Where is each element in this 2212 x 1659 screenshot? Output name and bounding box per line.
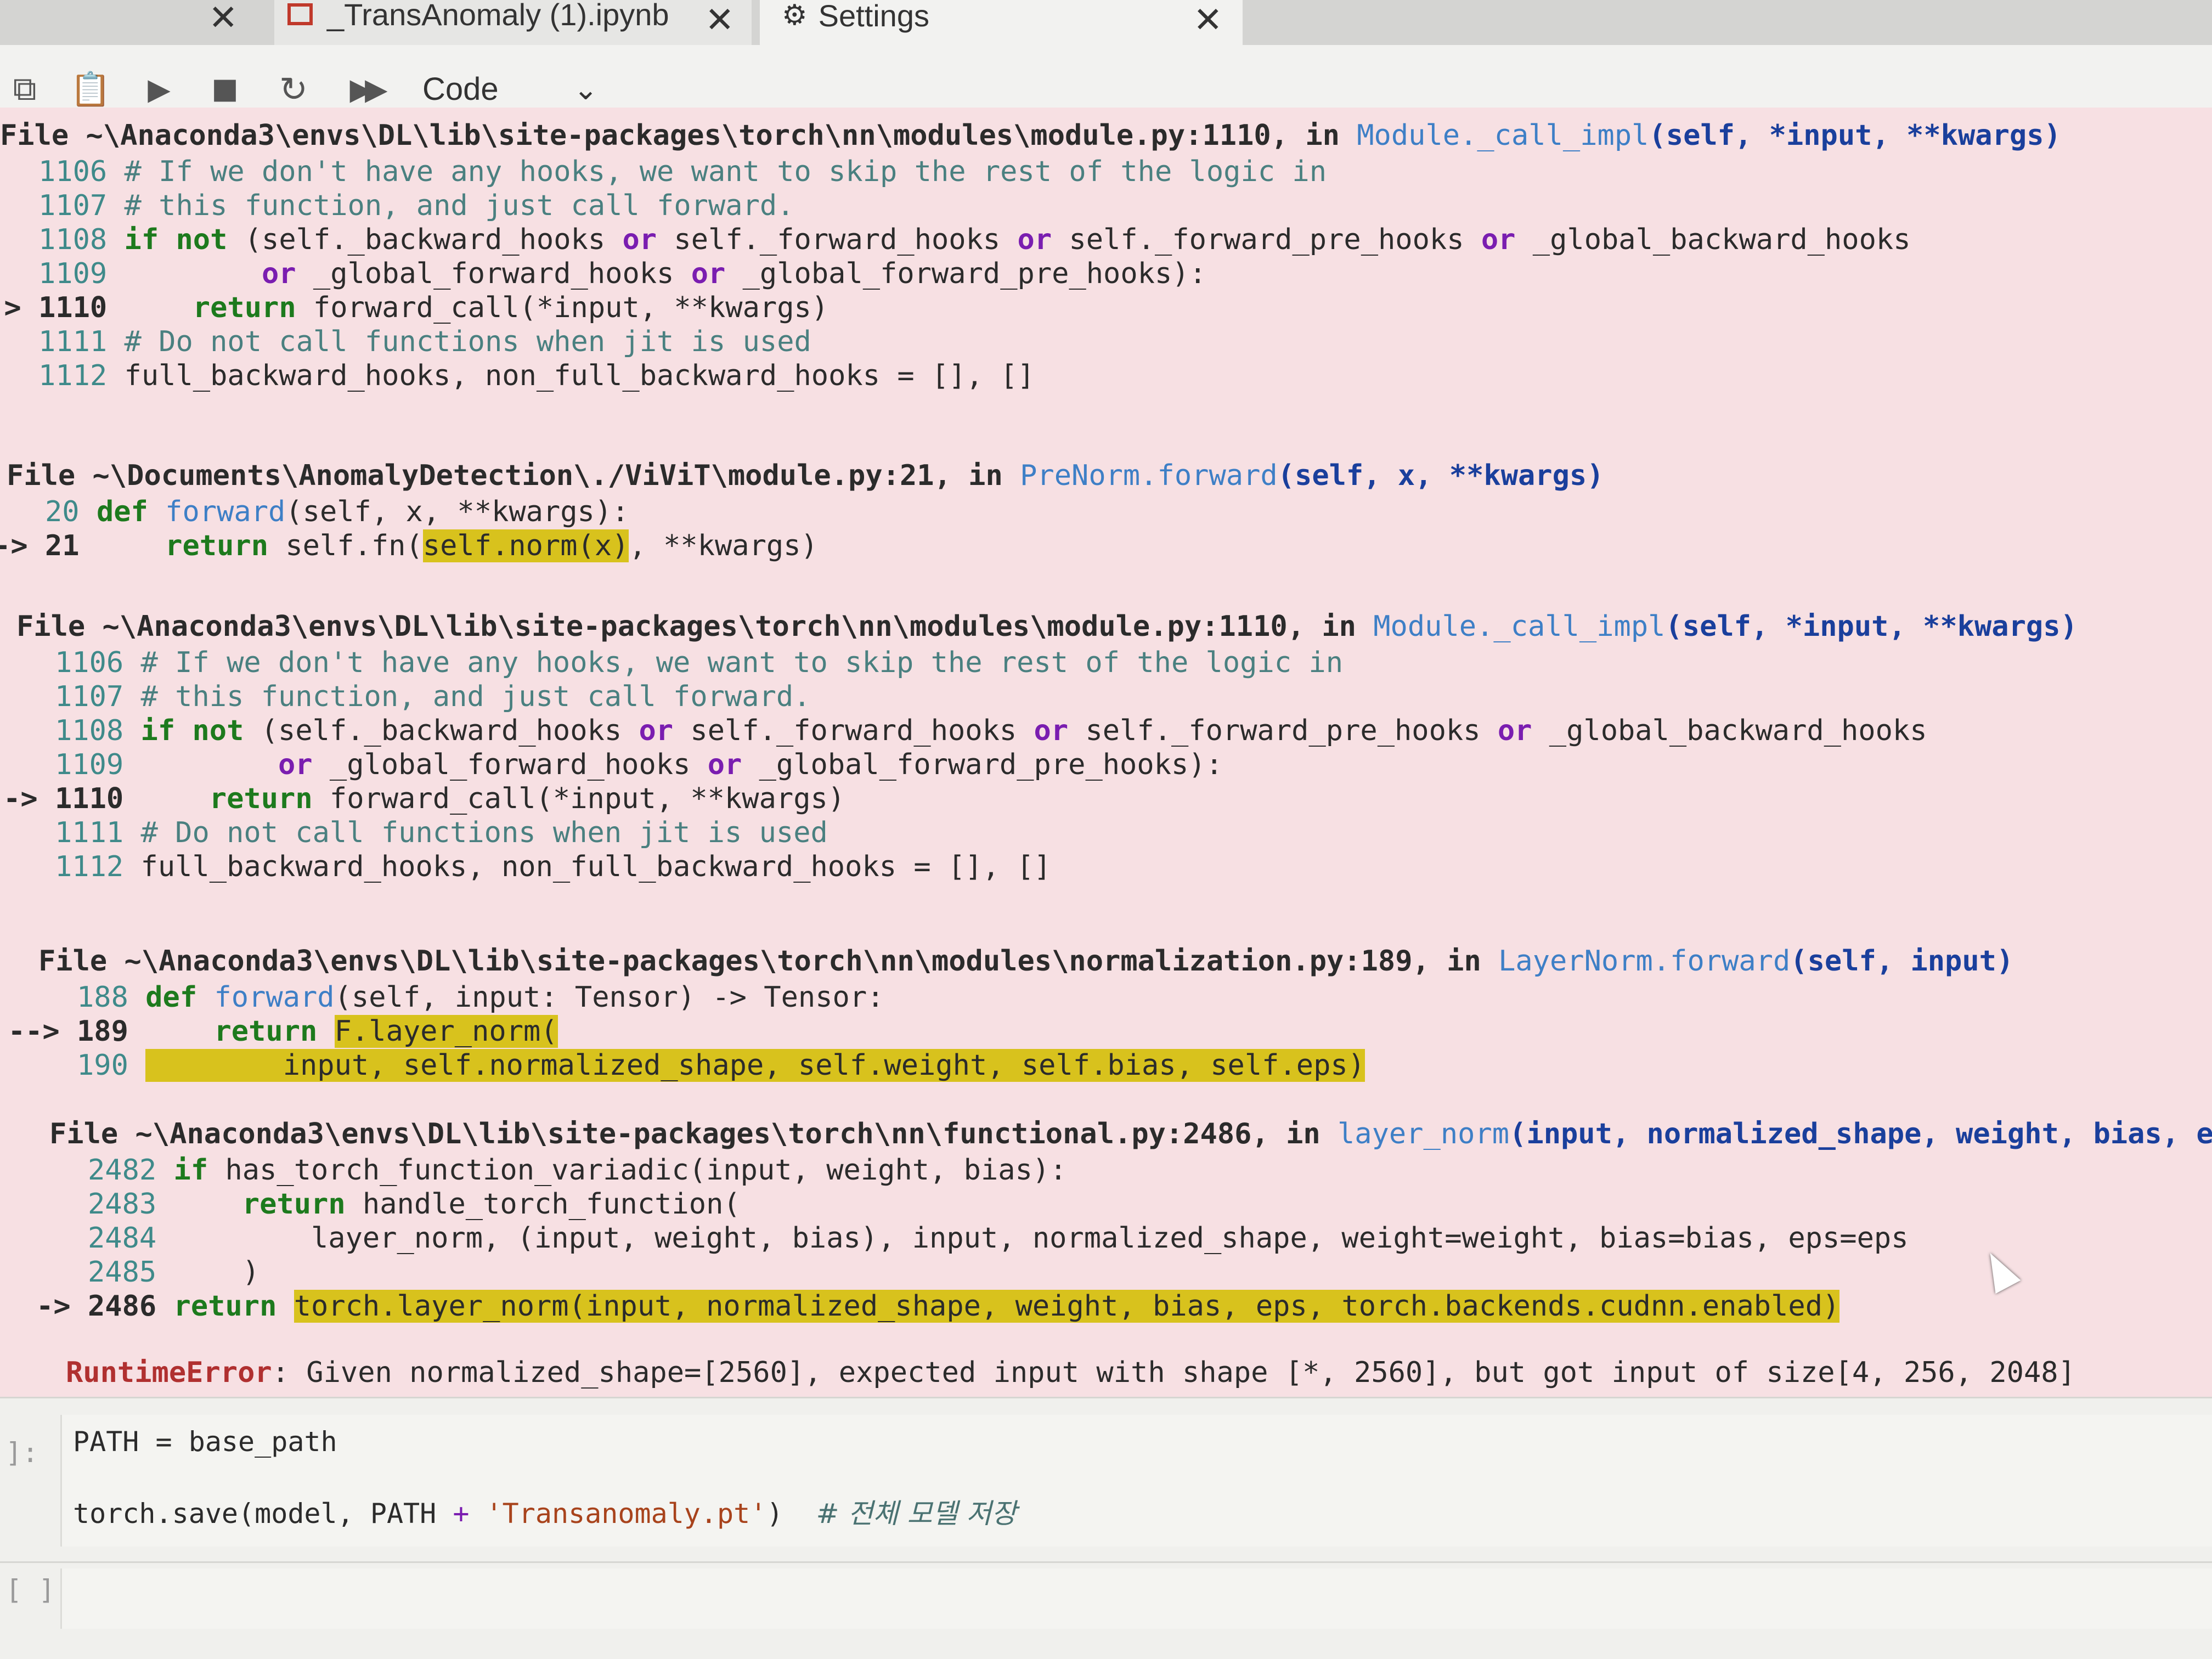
error-type: RuntimeError [66,1356,272,1389]
traceback-file-header: File ~\Anaconda3\envs\DL\lib\site-packag… [0,119,2061,152]
close-icon[interactable]: ✕ [208,0,238,35]
error-output: RuntimeError: Given normalized_shape=[25… [0,108,2212,1397]
traceback-code-line: 190 input, self.normalized_shape, self.w… [77,1049,1365,1082]
traceback-file-header: File ~\Documents\AnomalyDetection\./ViVi… [7,459,1604,492]
close-icon[interactable]: ✕ [705,2,735,37]
tab-settings[interactable]: ⚙ Settings ✕ [760,0,1243,45]
gear-icon: ⚙ [782,0,808,31]
traceback-file-header: File ~\Anaconda3\envs\DL\lib\site-packag… [38,945,2014,978]
traceback-code-line: 2485 ) [88,1256,260,1289]
tab-label: _TransAnomaly (1).ipynb [327,0,669,32]
traceback-code-line: 1109 or _global_forward_hooks or _global… [55,748,1223,781]
traceback-file-header: File ~\Anaconda3\envs\DL\lib\site-packag… [49,1118,2212,1150]
code-cell[interactable]: ]: PATH = base_path torch.save(model, PAT… [0,1397,2212,1561]
traceback-code-line: 20 def forward(self, x, **kwargs): [45,495,629,528]
tab-notebook[interactable]: _TransAnomaly (1).ipynb ✕ [274,0,752,45]
traceback-code-line: 1112 full_backward_hooks, non_full_backw… [55,850,1051,883]
traceback-code-line: 1111 # Do not call functions when jit is… [55,816,828,849]
traceback-file-header: File ~\Anaconda3\envs\DL\lib\site-packag… [16,610,2078,643]
tab-label: Settings [818,0,929,33]
traceback-code-line: -> 1110 return forward_call(*input, **kw… [3,782,845,815]
cell-code-line: torch.save(model, PATH + 'Transanomaly.p… [73,1498,1017,1530]
notebook-icon [287,3,313,25]
tab-previous[interactable]: ✕ [0,0,263,45]
traceback-code-line: 1106 # If we don't have any hooks, we wa… [38,155,1327,188]
traceback-code-line: 188 def forward(self, input: Tensor) -> … [77,981,884,1014]
traceback-code-line: --> 189 return F.layer_norm( [8,1015,558,1048]
cell-code-line: PATH = base_path [73,1426,337,1458]
traceback-code-line: -> 1110 return forward_call(*input, **kw… [0,291,829,324]
chevron-down-icon: ⌄ [573,72,599,106]
traceback-code-line: 1108 if not (self._backward_hooks or sel… [38,223,1911,256]
traceback-code-line: ---> 21 return self.fn(self.norm(x), **k… [0,529,818,562]
traceback-code-line: 1107 # this function, and just call forw… [38,189,794,222]
traceback-code-line: 1107 # this function, and just call forw… [55,680,811,713]
traceback-code-line: 1111 # Do not call functions when jit is… [38,325,811,358]
error-line: RuntimeError: Given normalized_shape=[25… [66,1356,2075,1390]
traceback-code-line: 1109 or _global_forward_hooks or _global… [38,257,1206,290]
traceback-code-line: 2482 if has_torch_function_variadic(inpu… [88,1154,1067,1187]
traceback-code-line: 1112 full_backward_hooks, non_full_backw… [38,359,1035,392]
tab-bar: ✕ _TransAnomaly (1).ipynb ✕ ⚙ Settings ✕ [0,0,2212,45]
error-message: : Given normalized_shape=[2560], expecte… [272,1356,2075,1389]
traceback-code-line: 1106 # If we don't have any hooks, we wa… [55,646,1344,679]
cell-type-value: Code [422,71,499,107]
cell-editor[interactable] [60,1568,2212,1629]
traceback-code-line: 2484 layer_norm, (input, weight, bias), … [88,1222,1909,1255]
traceback-code-line: -> 2486 return torch.layer_norm(input, n… [36,1290,1840,1323]
traceback-code-line: 2483 return handle_torch_function( [88,1188,741,1221]
close-icon[interactable]: ✕ [1193,2,1223,37]
cell-prompt: ]: [5,1437,39,1469]
traceback-code-line: 1108 if not (self._backward_hooks or sel… [55,714,1927,747]
code-cell[interactable]: [ ]: [0,1561,2212,1659]
cell-editor[interactable]: PATH = base_path torch.save(model, PATH +… [60,1415,2212,1547]
